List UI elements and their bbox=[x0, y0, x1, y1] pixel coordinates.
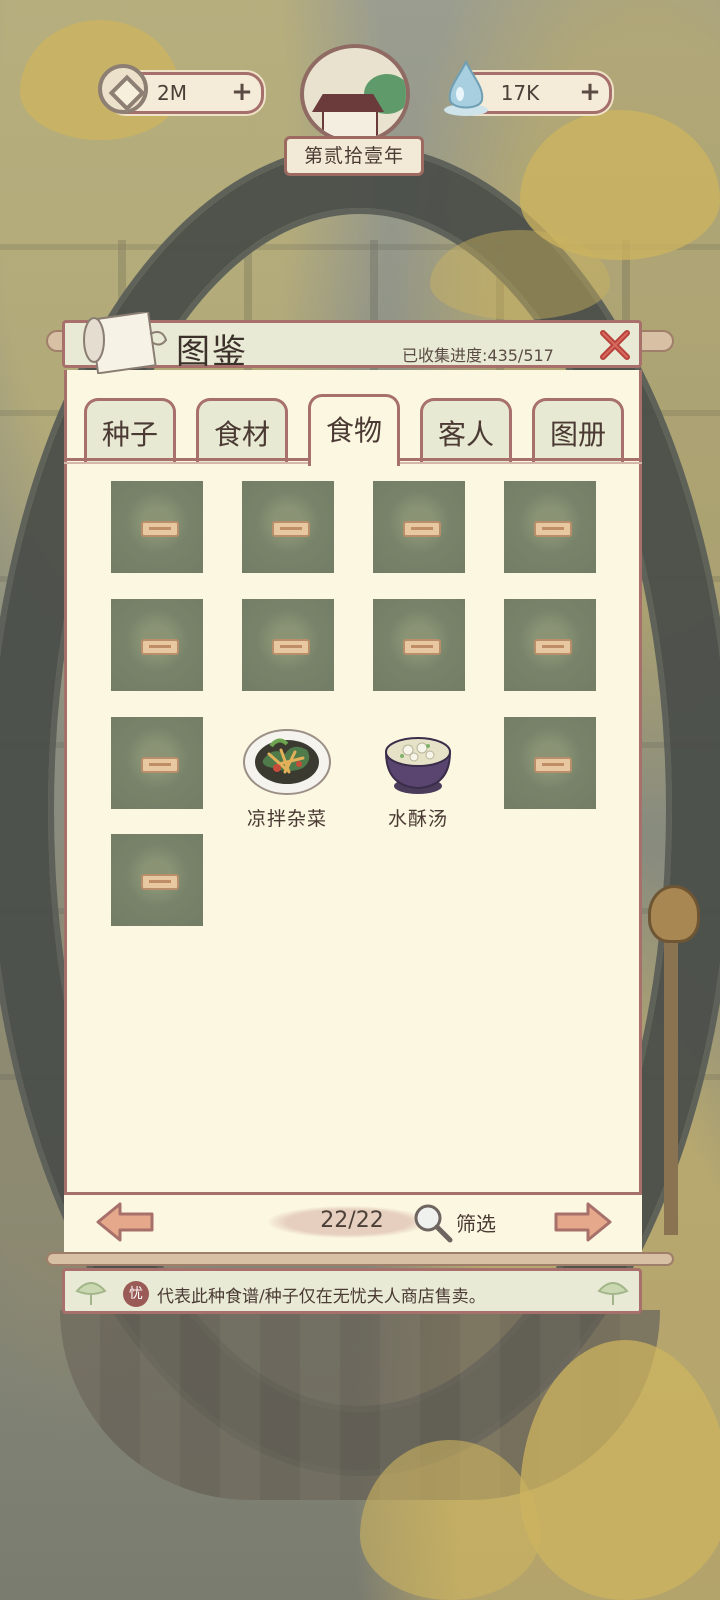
lamp-stand bbox=[664, 935, 678, 1235]
scroll-rod-bottom bbox=[46, 1252, 674, 1266]
locked-plaque-icon bbox=[141, 521, 179, 537]
notice-bar: 忧 代表此种食谱/种子仅在无忧夫人商店售卖。 bbox=[62, 1268, 642, 1314]
add-coins-button[interactable]: + bbox=[229, 79, 255, 105]
locked-plaque-icon bbox=[534, 521, 572, 537]
coin-icon bbox=[98, 64, 148, 114]
locked-food-slot[interactable] bbox=[242, 599, 334, 691]
locked-plaque-icon bbox=[534, 757, 572, 773]
collection-progress: 已收集进度:435/517 bbox=[402, 346, 554, 365]
notice-text: 代表此种食谱/种子仅在无忧夫人商店售卖。 bbox=[157, 1287, 486, 1307]
page-indicator: 22/22 bbox=[320, 1208, 384, 1233]
tab-guests[interactable]: 客人 bbox=[420, 398, 512, 462]
shop-badge-icon: 忧 bbox=[123, 1281, 149, 1307]
locked-plaque-icon bbox=[272, 521, 310, 537]
tab-food[interactable]: 食物 bbox=[308, 394, 400, 466]
locked-food-slot[interactable] bbox=[111, 599, 203, 691]
pavilion-hall-icon bbox=[322, 110, 378, 138]
locked-food-slot[interactable] bbox=[504, 717, 596, 809]
prev-page-button[interactable] bbox=[94, 1200, 158, 1244]
filter-label: 筛选 bbox=[456, 1212, 496, 1236]
locked-food-slot[interactable] bbox=[111, 481, 203, 573]
locked-food-slot[interactable] bbox=[373, 599, 465, 691]
tab-ingredients[interactable]: 食材 bbox=[196, 398, 288, 462]
mixed-salad-dish-icon bbox=[243, 729, 331, 795]
locked-food-slot[interactable] bbox=[111, 834, 203, 926]
ginkgo-leaf-icon bbox=[597, 1282, 629, 1305]
food-name: 凉拌杂菜 bbox=[246, 808, 327, 830]
locked-food-slot[interactable] bbox=[373, 481, 465, 573]
water-drop-icon bbox=[444, 59, 488, 116]
ginkgo-leaf-icon bbox=[75, 1282, 107, 1305]
food-item-mixed-salad[interactable]: 凉拌杂菜 bbox=[232, 724, 342, 831]
tab-seeds[interactable]: 种子 bbox=[84, 398, 176, 462]
locked-food-slot[interactable] bbox=[504, 481, 596, 573]
locked-plaque-icon bbox=[534, 639, 572, 655]
close-button[interactable] bbox=[598, 328, 632, 362]
locked-plaque-icon bbox=[141, 757, 179, 773]
locked-food-slot[interactable] bbox=[242, 481, 334, 573]
locked-food-slot[interactable] bbox=[111, 717, 203, 809]
tab-album[interactable]: 图册 bbox=[532, 398, 624, 462]
locked-plaque-icon bbox=[141, 874, 179, 890]
locked-plaque-icon bbox=[272, 639, 310, 655]
season-emblem[interactable] bbox=[300, 44, 410, 144]
filter-button[interactable]: 筛选 bbox=[410, 1200, 510, 1244]
year-banner: 第贰拾壹年 bbox=[284, 136, 424, 176]
add-spirit-button[interactable]: + bbox=[577, 79, 603, 105]
locked-plaque-icon bbox=[403, 521, 441, 537]
lotus-lamp bbox=[648, 885, 700, 943]
soup-bowl-icon bbox=[384, 737, 452, 794]
locked-food-slot[interactable] bbox=[504, 599, 596, 691]
locked-plaque-icon bbox=[403, 639, 441, 655]
food-name: 水酥汤 bbox=[387, 808, 448, 830]
scroll-paper-icon bbox=[83, 312, 168, 374]
panel-title: 图鉴 bbox=[176, 332, 248, 372]
food-item-crisp-soup[interactable]: 水酥汤 bbox=[363, 724, 473, 831]
next-page-button[interactable] bbox=[550, 1200, 614, 1244]
locked-plaque-icon bbox=[141, 639, 179, 655]
magnifier-icon bbox=[414, 1204, 453, 1243]
